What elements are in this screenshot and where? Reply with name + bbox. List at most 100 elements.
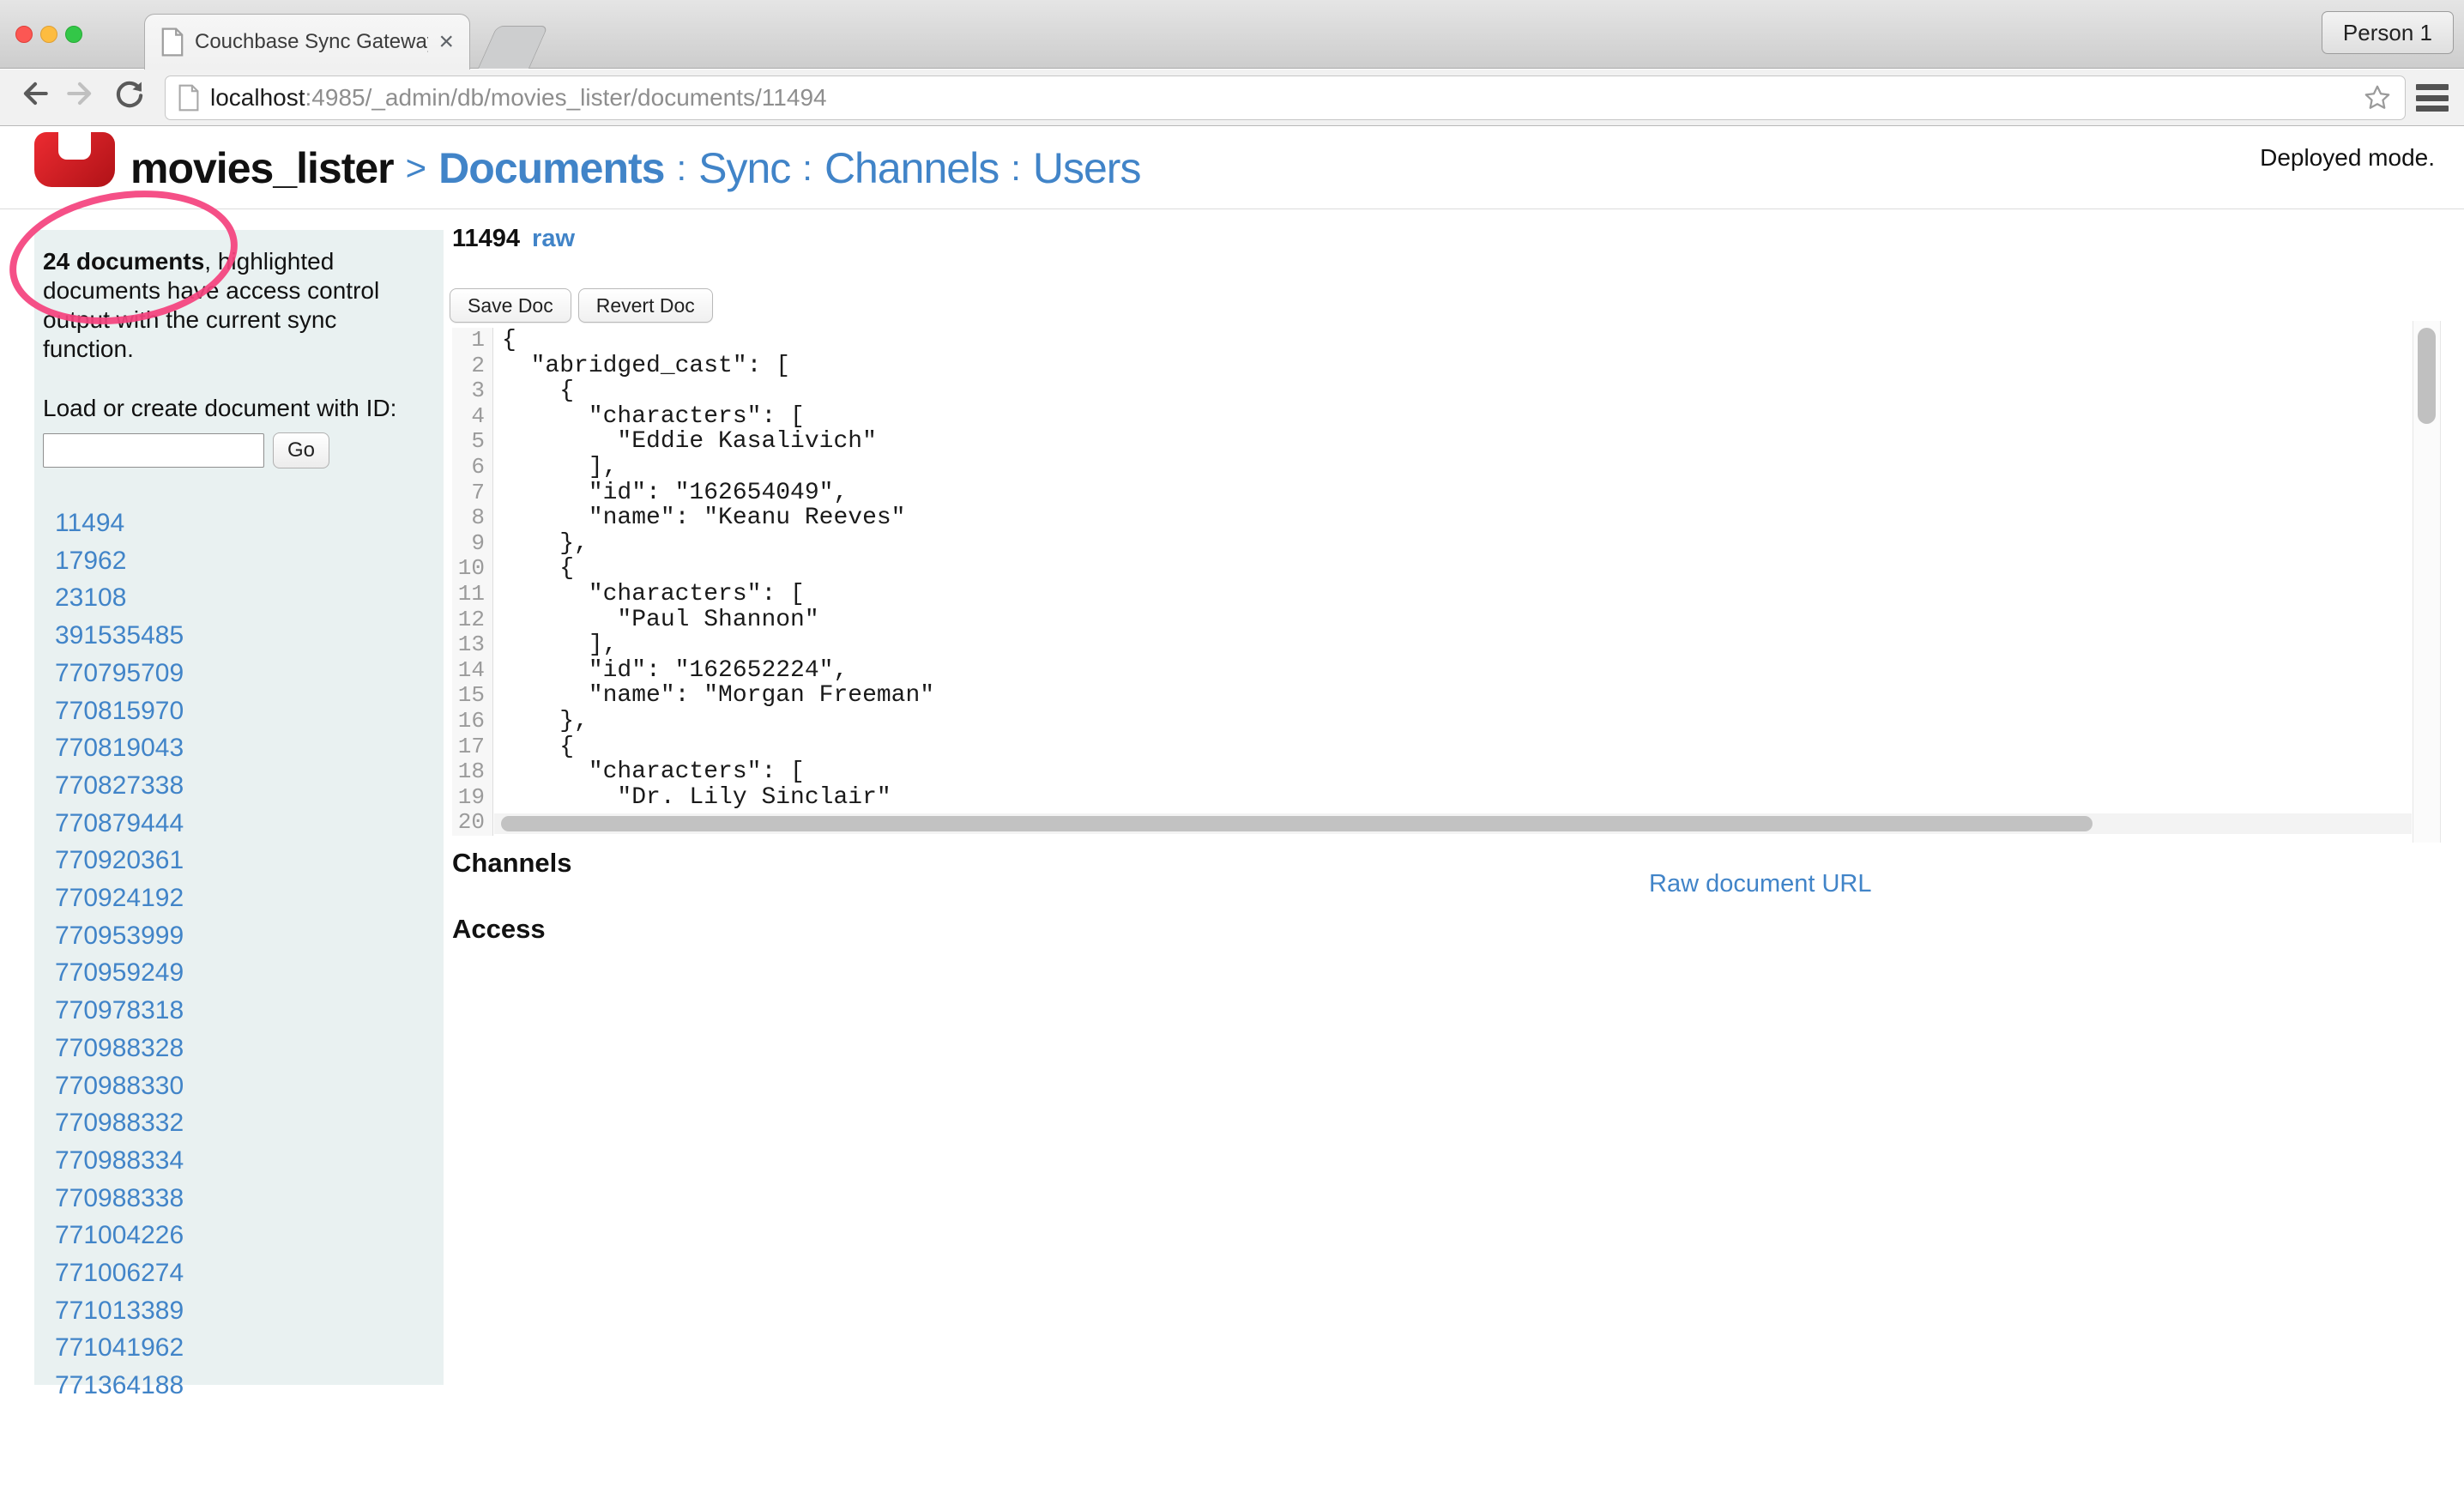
document-link[interactable]: 771004226 — [55, 1217, 433, 1254]
nav-link[interactable]: Sync — [698, 143, 790, 193]
code-text: "Paul Shannon" — [493, 607, 819, 633]
line-number: 6 — [452, 455, 493, 481]
code-text: "characters": [ — [493, 759, 805, 785]
documents-count: 24 documents — [43, 248, 204, 275]
document-link[interactable]: 770920361 — [55, 842, 433, 879]
code-text: { — [493, 734, 574, 760]
document-link[interactable]: 770988338 — [55, 1180, 433, 1218]
nav-separator: : — [790, 148, 824, 189]
line-number: 1 — [452, 328, 493, 354]
browser-tab[interactable]: Couchbase Sync Gateway × — [144, 14, 470, 70]
url-path: :4985/_admin/db/movies_lister/documents/… — [305, 84, 827, 111]
editor-vertical-scrollbar[interactable] — [2413, 321, 2441, 843]
vertical-scrollbar-thumb[interactable] — [2418, 328, 2436, 424]
tab-title: Couchbase Sync Gateway — [195, 30, 428, 54]
document-link[interactable]: 770953999 — [55, 917, 433, 955]
reload-button[interactable] — [113, 77, 146, 110]
code-line: 13 ], — [452, 632, 2413, 658]
document-heading: 11494raw — [452, 225, 575, 253]
raw-document-url-link[interactable]: Raw document URL — [1649, 870, 1872, 898]
line-number: 18 — [452, 759, 493, 785]
code-line: 1 { — [452, 328, 2413, 354]
new-tab-button[interactable] — [478, 26, 548, 69]
bookmark-star-icon[interactable] — [2362, 82, 2393, 113]
document-link[interactable]: 770988334 — [55, 1142, 433, 1180]
document-actions: Save Doc Revert Doc — [450, 288, 713, 323]
window-controls — [15, 26, 82, 43]
go-button[interactable]: Go — [273, 432, 329, 468]
document-link[interactable]: 770879444 — [55, 805, 433, 843]
nav-link[interactable]: Documents — [438, 143, 664, 193]
code-rows: 1 { 2 "abridged_cast": [ 3 { 4 "characte… — [452, 328, 2413, 836]
document-link[interactable]: 11494 — [55, 505, 433, 542]
code-line: 3 { — [452, 378, 2413, 404]
zoom-window-button[interactable] — [65, 26, 82, 43]
code-line: 19 "Dr. Lily Sinclair" — [452, 785, 2413, 811]
close-tab-icon[interactable]: × — [438, 29, 454, 55]
document-link[interactable]: 771013389 — [55, 1292, 433, 1330]
line-number: 13 — [452, 632, 493, 658]
code-line: 2 "abridged_cast": [ — [452, 354, 2413, 379]
page-icon — [178, 84, 200, 112]
url-text: localhost:4985/_admin/db/movies_lister/d… — [210, 84, 2352, 112]
document-id-input[interactable] — [43, 433, 264, 468]
code-line: 15 "name": "Morgan Freeman" — [452, 683, 2413, 709]
minimize-window-button[interactable] — [40, 26, 57, 43]
code-text: { — [493, 328, 516, 354]
back-button[interactable] — [19, 77, 51, 110]
profile-button[interactable]: Person 1 — [2322, 11, 2454, 54]
document-link[interactable]: 770827338 — [55, 767, 433, 805]
line-number: 16 — [452, 709, 493, 734]
browser-window: Couchbase Sync Gateway × Person 1 localh… — [0, 0, 2464, 1505]
editor-horizontal-scrollbar[interactable] — [494, 813, 2412, 834]
line-number: 15 — [452, 683, 493, 709]
line-number: 2 — [452, 354, 493, 379]
document-link[interactable]: 770988328 — [55, 1030, 433, 1067]
line-number: 8 — [452, 505, 493, 531]
nav-link[interactable]: Channels — [824, 143, 999, 193]
code-line: 5 "Eddie Kasalivich" — [452, 429, 2413, 455]
menu-button[interactable] — [2416, 82, 2449, 114]
load-document-label: Load or create document with ID: — [43, 395, 433, 422]
document-link[interactable]: 770988332 — [55, 1104, 433, 1142]
revert-doc-button[interactable]: Revert Doc — [578, 288, 713, 323]
url-host: localhost — [210, 84, 305, 111]
document-link[interactable]: 770988330 — [55, 1067, 433, 1105]
raw-link[interactable]: raw — [532, 225, 575, 252]
document-editor[interactable]: 1 { 2 "abridged_cast": [ 3 { 4 "characte… — [452, 328, 2441, 836]
nav-separator: : — [999, 148, 1033, 189]
document-link[interactable]: 770959249 — [55, 954, 433, 992]
page-icon — [160, 27, 184, 57]
line-number: 14 — [452, 658, 493, 684]
document-link[interactable]: 23108 — [55, 579, 433, 617]
document-link[interactable]: 770978318 — [55, 992, 433, 1030]
nav-separator: : — [664, 148, 698, 189]
app-header: movies_lister > Documents : Sync : — [0, 127, 2464, 209]
forward-button[interactable] — [63, 77, 96, 110]
document-link[interactable]: 770819043 — [55, 729, 433, 767]
document-link[interactable]: 770924192 — [55, 879, 433, 917]
code-text: "name": "Keanu Reeves" — [493, 505, 905, 531]
document-link[interactable]: 771006274 — [55, 1254, 433, 1292]
document-link[interactable]: 391535485 — [55, 617, 433, 655]
document-link[interactable]: 770795709 — [55, 655, 433, 692]
document-link[interactable]: 17962 — [55, 542, 433, 580]
nav-separator: > — [394, 148, 439, 189]
url-bar[interactable]: localhost:4985/_admin/db/movies_lister/d… — [165, 76, 2406, 120]
code-line: 14 "id": "162652224", — [452, 658, 2413, 684]
documents-sidebar: 24 documents, highlighted documents have… — [34, 230, 444, 1385]
breadcrumb: movies_lister > Documents : Sync : — [130, 127, 1140, 209]
database-name: movies_lister — [130, 143, 394, 193]
horizontal-scrollbar-thumb[interactable] — [501, 816, 2093, 831]
close-window-button[interactable] — [15, 26, 33, 43]
document-link[interactable]: 770815970 — [55, 692, 433, 730]
document-link[interactable]: 771364188 — [55, 1367, 433, 1405]
line-number: 20 — [452, 810, 493, 836]
save-doc-button[interactable]: Save Doc — [450, 288, 571, 323]
nav-item: : Channels — [790, 143, 999, 193]
code-line: 17 { — [452, 734, 2413, 760]
nav-link[interactable]: Users — [1033, 143, 1141, 193]
code-text: { — [493, 556, 574, 582]
document-link[interactable]: 771041962 — [55, 1329, 433, 1367]
code-line: 18 "characters": [ — [452, 759, 2413, 785]
